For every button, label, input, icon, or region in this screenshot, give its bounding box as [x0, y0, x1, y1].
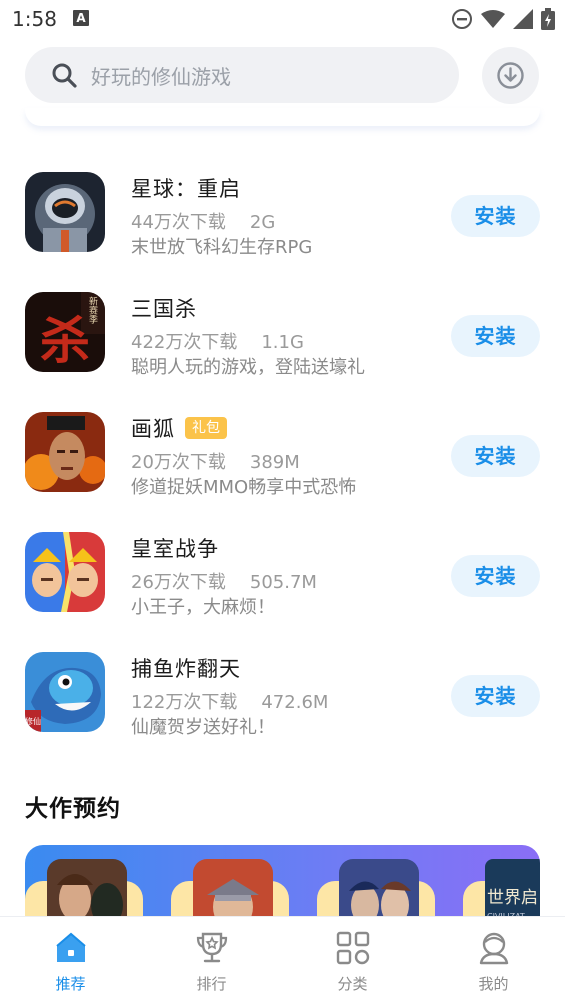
- battery-icon: [541, 8, 555, 30]
- xingqiu-app-icon: [25, 172, 105, 252]
- app-name: 星球：重启: [131, 177, 241, 201]
- install-button[interactable]: 安装: [451, 435, 540, 477]
- nav-item-category[interactable]: 分类: [282, 917, 423, 1004]
- list-item[interactable]: 画狐 礼包 20万次下载 389M 修道捉妖MMO畅享中式恐怖 安装: [0, 392, 565, 512]
- app-meta: 44万次下载 2G: [131, 208, 275, 234]
- huahu-app-icon: [25, 412, 105, 492]
- trophy-icon: [196, 932, 228, 963]
- nav-item-ranking[interactable]: 排行: [141, 917, 282, 1004]
- install-button[interactable]: 安装: [451, 315, 540, 357]
- thumbnail-title: 世界启: [487, 888, 538, 908]
- app-meta: 20万次下载 389M: [131, 448, 300, 474]
- app-meta: 122万次下载 472.6M: [131, 688, 328, 714]
- app-description: 小王子，大麻烦！: [131, 597, 275, 618]
- app-size: 505.7M: [249, 572, 317, 593]
- app-name: 三国杀: [131, 297, 197, 321]
- section-title: 大作预约: [25, 796, 121, 822]
- status-bar: 1:58 A: [0, 0, 565, 38]
- nav-label: 排行: [196, 975, 227, 993]
- download-count: 26万次下载: [131, 572, 226, 593]
- list-item[interactable]: 皇室战争 26万次下载 505.7M 小王子，大麻烦！ 安装: [0, 512, 565, 632]
- list-item[interactable]: 杀 新赛季 三国杀 422万次下载 1.1G 聪明人玩的游戏，登陆送壕礼 安装: [0, 272, 565, 392]
- icon-tag: 新赛季: [87, 295, 98, 324]
- notification-icon: A: [73, 10, 89, 26]
- category-grid-icon: [336, 931, 370, 965]
- download-count: 422万次下载: [131, 332, 238, 353]
- home-icon: [56, 932, 86, 962]
- download-count: 44万次下载: [131, 212, 226, 233]
- download-count: 122万次下载: [131, 692, 238, 713]
- status-time: 1:58: [12, 7, 57, 31]
- bottom-nav: 推荐 排行 分类 我的: [0, 916, 565, 1004]
- sanguosha-app-icon: 杀 新赛季: [25, 292, 105, 372]
- app-description: 仙魔贺岁送好礼！: [131, 717, 275, 738]
- download-count: 20万次下载: [131, 452, 226, 473]
- app-size: 1.1G: [261, 332, 304, 353]
- download-icon: [497, 62, 524, 89]
- nav-item-recommend[interactable]: 推荐: [0, 917, 141, 1004]
- wifi-icon: [481, 10, 505, 28]
- app-description: 聪明人玩的游戏，登陆送壕礼: [131, 357, 365, 378]
- app-name: 捕鱼炸翻天: [131, 657, 241, 681]
- app-description: 修道捉妖MMO畅享中式恐怖: [131, 477, 357, 498]
- nav-label: 我的: [478, 975, 509, 993]
- app-size: 2G: [249, 212, 276, 233]
- search-input[interactable]: 好玩的修仙游戏: [91, 61, 231, 90]
- install-button[interactable]: 安装: [451, 195, 540, 237]
- list-item[interactable]: 星球：重启 44万次下载 2G 末世放飞科幻生存RPG 安装: [0, 152, 565, 272]
- clash-royale-app-icon: [25, 532, 105, 612]
- app-size: 472.6M: [261, 692, 329, 713]
- app-description: 末世放飞科幻生存RPG: [131, 237, 313, 258]
- app-list: 星球：重启 44万次下载 2G 末世放飞科幻生存RPG 安装 杀 新赛季 三国杀 …: [0, 152, 565, 752]
- icon-text: 杀: [40, 311, 90, 370]
- nav-item-profile[interactable]: 我的: [423, 917, 564, 1004]
- status-icons: [451, 6, 555, 32]
- install-button[interactable]: 安装: [451, 675, 540, 717]
- do-not-disturb-icon: [452, 9, 472, 29]
- profile-icon: [479, 932, 509, 965]
- fishing-app-icon: 修仙: [25, 652, 105, 732]
- gift-badge: 礼包: [185, 417, 227, 439]
- icon-text: 修仙: [25, 716, 41, 726]
- signal-icon: [513, 9, 533, 29]
- app-size: 389M: [249, 452, 300, 473]
- app-meta: 422万次下载 1.1G: [131, 328, 304, 354]
- app-name: 画狐: [131, 417, 175, 441]
- carousel-edge: [25, 108, 540, 126]
- download-button[interactable]: [482, 47, 539, 104]
- app-name: 皇室战争: [131, 537, 219, 561]
- search-icon: [52, 63, 77, 88]
- install-button[interactable]: 安装: [451, 555, 540, 597]
- nav-label: 分类: [337, 975, 368, 993]
- nav-label: 推荐: [55, 975, 86, 993]
- app-meta: 26万次下载 505.7M: [131, 568, 317, 594]
- list-item[interactable]: 修仙 捕鱼炸翻天 122万次下载 472.6M 仙魔贺岁送好礼！ 安装: [0, 632, 565, 752]
- search-bar[interactable]: 好玩的修仙游戏: [25, 47, 459, 103]
